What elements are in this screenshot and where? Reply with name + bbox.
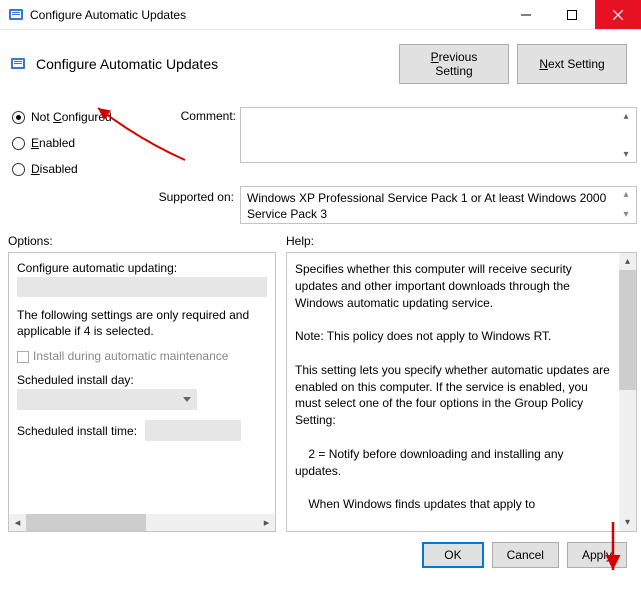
install-maintenance-row[interactable]: Install during automatic maintenance: [17, 349, 267, 363]
radio-not-configured[interactable]: Not Configured: [12, 110, 157, 124]
scrollbar-thumb[interactable]: [619, 270, 636, 390]
scroll-down-icon[interactable]: ▾: [619, 514, 636, 531]
config-row: Not Configured Enabled Disabled Comment:…: [0, 94, 641, 176]
install-maintenance-label: Install during automatic maintenance: [33, 349, 228, 363]
state-radios: Not Configured Enabled Disabled: [0, 94, 165, 176]
footer: OK Cancel Apply: [0, 532, 641, 578]
scroll-up-icon[interactable]: ▴: [619, 253, 636, 270]
help-label: Help:: [286, 234, 637, 248]
page-title: Configure Automatic Updates: [36, 56, 218, 72]
scheduled-time-label: Scheduled install time:: [17, 424, 137, 438]
radio-icon: [12, 163, 25, 176]
header: Configure Automatic Updates Previous Set…: [0, 30, 641, 94]
radio-disabled[interactable]: Disabled: [12, 162, 157, 176]
app-icon: [8, 7, 24, 23]
radio-icon: [12, 137, 25, 150]
supported-row: Supported on: Windows XP Professional Se…: [0, 176, 641, 224]
policy-icon: [10, 56, 26, 72]
horizontal-scrollbar[interactable]: ◂ ▸: [9, 514, 275, 531]
help-text: Specifies whether this computer will rec…: [287, 253, 636, 531]
titlebar: Configure Automatic Updates: [0, 0, 641, 30]
radio-icon: [12, 111, 25, 124]
panes: Options: Configure automatic updating: T…: [0, 224, 641, 532]
cancel-button[interactable]: Cancel: [492, 542, 559, 568]
previous-setting-button[interactable]: Previous Setting: [399, 44, 509, 84]
options-panel: Configure automatic updating: The follow…: [8, 252, 276, 532]
scroll-up-icon[interactable]: ▴: [618, 187, 634, 203]
checkbox-icon: [17, 351, 29, 363]
supported-on-value: Windows XP Professional Service Pack 1 o…: [240, 186, 637, 224]
scroll-left-icon[interactable]: ◂: [9, 516, 26, 529]
scheduled-day-label: Scheduled install day:: [17, 373, 267, 387]
scroll-up-icon[interactable]: ▴: [618, 108, 634, 124]
configure-updating-label: Configure automatic updating:: [17, 261, 267, 275]
maximize-button[interactable]: [549, 0, 595, 29]
scheduled-day-dropdown[interactable]: [17, 389, 197, 410]
window-title: Configure Automatic Updates: [30, 8, 186, 22]
help-panel: Specifies whether this computer will rec…: [286, 252, 637, 532]
scroll-down-icon[interactable]: ▾: [618, 207, 634, 223]
scroll-right-icon[interactable]: ▸: [258, 516, 275, 529]
scheduled-time-field[interactable]: [145, 420, 241, 441]
configure-updating-row: Configure automatic updating:: [17, 261, 267, 297]
options-note: The following settings are only required…: [17, 307, 267, 339]
comment-textarea[interactable]: ▴ ▾: [240, 107, 637, 163]
scroll-down-icon[interactable]: ▾: [618, 146, 634, 162]
radio-enabled[interactable]: Enabled: [12, 136, 157, 150]
comment-label: Comment:: [165, 110, 236, 172]
ok-button[interactable]: OK: [422, 542, 483, 568]
window-controls: [503, 0, 641, 29]
scrollbar-thumb[interactable]: [26, 514, 146, 531]
configure-updating-dropdown[interactable]: [17, 277, 267, 297]
next-setting-button[interactable]: Next Setting: [517, 44, 627, 84]
close-button[interactable]: [595, 0, 641, 29]
vertical-scrollbar[interactable]: ▴ ▾: [619, 253, 636, 531]
apply-button[interactable]: Apply: [567, 542, 627, 568]
minimize-button[interactable]: [503, 0, 549, 29]
supported-on-label: Supported on:: [0, 186, 240, 204]
options-label: Options:: [8, 234, 276, 248]
